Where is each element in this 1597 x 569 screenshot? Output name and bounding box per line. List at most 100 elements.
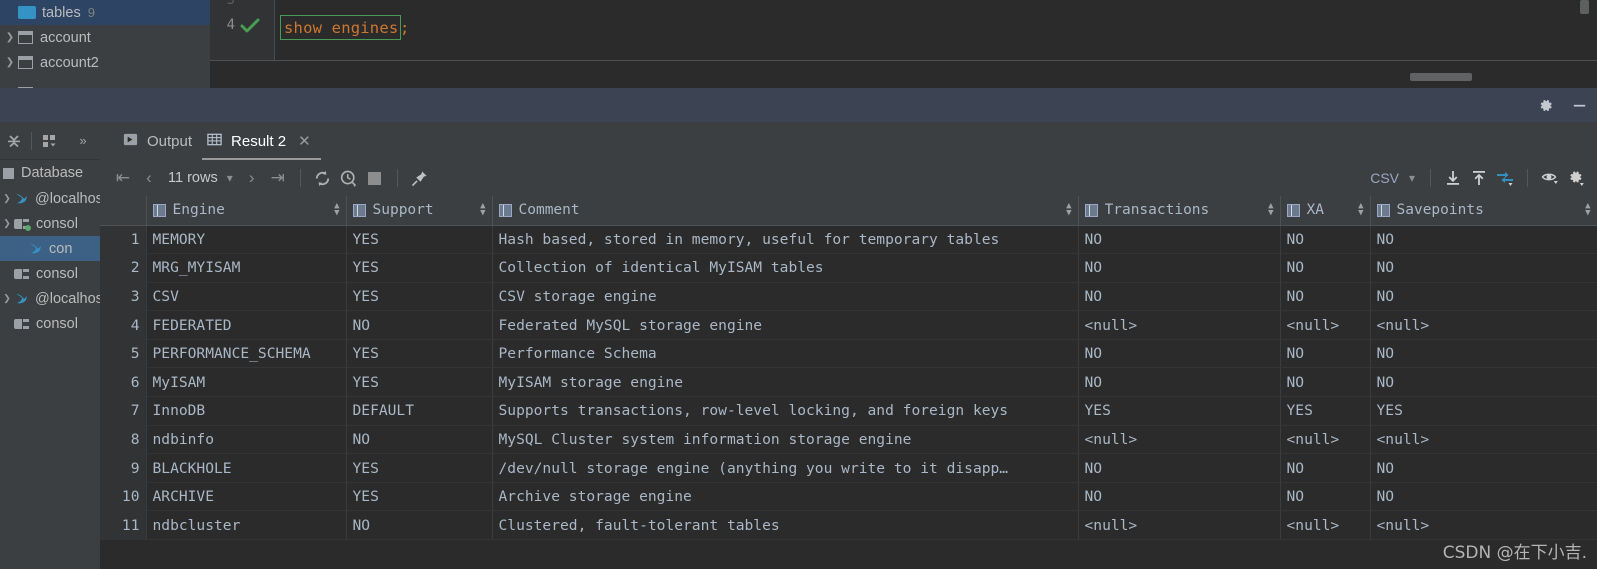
cell-engine[interactable]: ARCHIVE — [146, 482, 347, 512]
column-header-support[interactable]: Support ▲ ▼ — [346, 196, 493, 226]
query-history-icon[interactable] — [336, 165, 362, 191]
chevron-right-icon[interactable]: ❯ — [0, 293, 14, 304]
gear-icon[interactable] — [1563, 165, 1589, 191]
cell-xa[interactable]: NO — [1280, 453, 1371, 483]
cell-engine[interactable]: ndbinfo — [146, 425, 347, 455]
cell-transactions[interactable]: NO — [1078, 367, 1281, 398]
cell-comment[interactable]: CSV storage engine — [492, 282, 1079, 312]
cell-transactions[interactable]: NO — [1078, 339, 1281, 369]
table-row[interactable]: 1 MEMORY YES Hash based, stored in memory, … — [100, 225, 1597, 255]
db-node-console-3[interactable]: consol — [0, 311, 100, 336]
cell-savepoints[interactable]: <null> — [1370, 425, 1597, 455]
minimize-icon[interactable] — [1569, 95, 1589, 115]
table-row[interactable]: 3 CSV YES CSV storage engine NO NO NO — [100, 282, 1597, 312]
cell-support[interactable]: NO — [346, 425, 493, 455]
sql-statement-highlight[interactable]: show engines — [280, 15, 402, 40]
chevron-right-icon[interactable]: ❯ — [2, 57, 18, 68]
cell-transactions[interactable]: NO — [1078, 225, 1281, 255]
sort-icon[interactable]: ▲ ▼ — [1358, 202, 1363, 218]
cell-xa[interactable]: NO — [1280, 482, 1371, 512]
table-row[interactable]: 11 ndbcluster NO Clustered, fault-tolerant … — [100, 510, 1597, 541]
cell-engine[interactable]: CSV — [146, 282, 347, 312]
cell-savepoints[interactable]: <null> — [1370, 510, 1597, 541]
column-header-savepoints[interactable]: Savepoints ▲ ▼ — [1370, 196, 1597, 226]
column-header-comment[interactable]: Comment ▲ ▼ — [492, 196, 1079, 226]
cell-support[interactable]: YES — [346, 482, 493, 512]
cell-xa[interactable]: <null> — [1280, 510, 1371, 541]
cell-support[interactable]: YES — [346, 339, 493, 369]
table-row[interactable]: 6 MyISAM YES MyISAM storage engine NO NO NO — [100, 367, 1597, 398]
column-header-transactions[interactable]: Transactions ▲ ▼ — [1078, 196, 1281, 226]
table-row[interactable]: 7 InnoDB DEFAULT Supports transactions, row… — [100, 396, 1597, 426]
cell-engine[interactable]: MyISAM — [146, 367, 347, 398]
sort-icon[interactable]: ▲ ▼ — [1585, 202, 1590, 218]
column-header-engine[interactable]: Engine ▲ ▼ — [146, 196, 347, 226]
cell-engine[interactable]: InnoDB — [146, 396, 347, 426]
upload-icon[interactable] — [1466, 165, 1492, 191]
table-row[interactable]: 2 MRG_MYISAM YES Collection of identical My… — [100, 253, 1597, 283]
cell-comment[interactable]: Collection of identical MyISAM tables — [492, 253, 1079, 283]
cell-support[interactable]: YES — [346, 282, 493, 312]
cell-savepoints[interactable]: NO — [1370, 453, 1597, 483]
cell-comment[interactable]: Hash based, stored in memory, useful for… — [492, 225, 1079, 255]
cell-engine[interactable]: MEMORY — [146, 225, 347, 255]
table-row[interactable]: 9 BLACKHOLE YES/dev/null storage engine (a… — [100, 453, 1597, 483]
sort-icon[interactable]: ▲ ▼ — [1066, 202, 1071, 218]
cell-xa[interactable]: NO — [1280, 367, 1371, 398]
tab-result-2[interactable]: Result 2 ✕ — [202, 122, 321, 160]
cell-engine[interactable]: MRG_MYISAM — [146, 253, 347, 283]
close-icon[interactable]: ✕ — [298, 132, 311, 150]
cell-xa[interactable]: <null> — [1280, 310, 1371, 340]
cell-savepoints[interactable]: NO — [1370, 367, 1597, 398]
cell-xa[interactable]: <null> — [1280, 425, 1371, 455]
cell-transactions[interactable]: <null> — [1078, 310, 1281, 340]
cell-transactions[interactable]: NO — [1078, 482, 1281, 512]
cell-support[interactable]: YES — [346, 253, 493, 283]
cell-xa[interactable]: YES — [1280, 396, 1371, 426]
editor-vertical-scrollbar[interactable] — [1580, 0, 1589, 14]
cell-comment[interactable]: Supports transactions, row-level locking… — [492, 396, 1079, 426]
cell-support[interactable]: YES — [346, 453, 493, 483]
prev-page-icon[interactable]: ‹ — [136, 165, 162, 191]
column-header-xa[interactable]: XA ▲ ▼ — [1280, 196, 1371, 226]
cell-xa[interactable]: NO — [1280, 339, 1371, 369]
cell-transactions[interactable]: NO — [1078, 253, 1281, 283]
table-row[interactable]: 10 ARCHIVE YES Archive storage engine NO NO NO — [100, 482, 1597, 512]
tree-item-tables[interactable]: tables 9 — [0, 0, 210, 25]
chevron-down-icon[interactable]: ❯ — [0, 218, 14, 229]
tree-item-account[interactable]: ❯ account — [0, 25, 210, 50]
cell-transactions[interactable]: NO — [1078, 453, 1281, 483]
chevron-right-icon[interactable]: ❯ — [2, 32, 18, 43]
collapse-all-icon[interactable] — [4, 131, 24, 151]
more-icon[interactable]: » — [73, 131, 93, 151]
cell-savepoints[interactable]: NO — [1370, 253, 1597, 283]
first-page-icon[interactable]: ⇤ — [110, 165, 136, 191]
last-page-icon[interactable]: ⇥ — [265, 165, 291, 191]
cell-comment[interactable]: /dev/null storage engine (anything you w… — [492, 453, 1079, 483]
db-node-localhost-1[interactable]: ❯ @localhos — [0, 186, 100, 211]
cell-transactions[interactable]: <null> — [1078, 425, 1281, 455]
chevron-right-icon[interactable]: ❯ — [0, 193, 14, 204]
table-row[interactable]: 4 FEDERATED NO Federated MySQL storage engi… — [100, 310, 1597, 340]
export-format-label[interactable]: CSV — [1370, 170, 1399, 186]
tab-output[interactable]: Output — [118, 122, 202, 160]
cell-engine[interactable]: FEDERATED — [146, 310, 347, 340]
group-by-icon[interactable] — [39, 131, 59, 151]
cell-engine[interactable]: PERFORMANCE_SCHEMA — [146, 339, 347, 369]
cell-transactions[interactable]: NO — [1078, 282, 1281, 312]
eye-icon[interactable] — [1537, 165, 1563, 191]
cell-comment[interactable]: Archive storage engine — [492, 482, 1079, 512]
cell-comment[interactable]: Federated MySQL storage engine — [492, 310, 1079, 340]
cell-comment[interactable]: Clustered, fault-tolerant tables — [492, 510, 1079, 541]
cell-xa[interactable]: NO — [1280, 253, 1371, 283]
cell-engine[interactable]: ndbcluster — [146, 510, 347, 541]
cell-engine[interactable]: BLACKHOLE — [146, 453, 347, 483]
cell-transactions[interactable]: <null> — [1078, 510, 1281, 541]
table-row[interactable]: 5 PERFORMANCE_SCHEMA YES Performance Schema… — [100, 339, 1597, 369]
sql-editor[interactable]: 3 4 show engines ; — [210, 0, 1597, 88]
cell-support[interactable]: DEFAULT — [346, 396, 493, 426]
cell-savepoints[interactable]: NO — [1370, 482, 1597, 512]
cell-support[interactable]: NO — [346, 510, 493, 541]
db-node-console-group[interactable]: ❯ consol — [0, 211, 100, 236]
sort-icon[interactable]: ▲ ▼ — [1268, 202, 1273, 218]
